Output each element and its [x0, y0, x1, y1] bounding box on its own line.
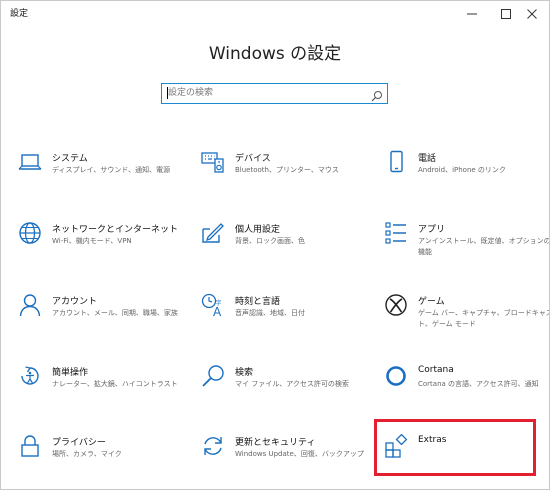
globe-icon [18, 221, 42, 245]
search-box-icon[interactable] [371, 87, 383, 102]
window-title: 設定 [10, 9, 29, 19]
tile-network[interactable]: ネットワークとインターネット Wi-Fi、機内モード、VPN [18, 222, 183, 272]
sync-icon [201, 434, 225, 458]
page-title: Windows の設定 [208, 44, 342, 64]
phone-icon [384, 150, 408, 174]
tile-label: 更新とセキュリティ [235, 438, 316, 448]
tile-label: プライバシー [52, 438, 106, 448]
tile-label: デバイス [235, 154, 271, 164]
paint-pen-icon [201, 221, 225, 245]
tile-label: アカウント [52, 297, 98, 307]
tile-personalization[interactable]: 個人用設定 背景、ロック画面、色 [201, 222, 366, 272]
tile-devices[interactable]: デバイス Bluetooth、プリンター、マウス [201, 151, 366, 201]
tile-description: ディスプレイ、サウンド、通知、電源 [52, 166, 171, 174]
tile-label: 簡単操作 [52, 368, 89, 378]
extras-highlight-box [374, 419, 536, 476]
tile-description: アカウント、メール、同期、職場、家族 [52, 309, 178, 317]
tile-label: ゲーム [418, 297, 445, 307]
keyboard-speaker-icon [201, 150, 225, 174]
tile-apps[interactable]: アプリ アンインストール、既定値、オプションの機能 [384, 222, 549, 272]
tile-privacy[interactable]: プライバシー 場所、カメラ、マイク [18, 435, 183, 485]
tile-label: 時刻と言語 [235, 297, 281, 307]
tile-label: アプリ [418, 225, 446, 235]
time-language-icon: A字 [201, 293, 225, 317]
search-icon [201, 364, 225, 388]
title-bar: 設定 [1, 1, 549, 25]
tile-phone[interactable]: 電話 Android、iPhone のリンク [384, 150, 549, 201]
tile-search[interactable]: 検索 マイ ファイル、アクセス許可の検索 [201, 365, 366, 415]
tile-time-language[interactable]: A字 時刻と言語 音声認識、地域、日付 [201, 293, 366, 344]
tile-description: Cortana の言語、アクセス許可、通知 [418, 380, 539, 388]
tile-label: ネットワークとインターネット [52, 225, 179, 235]
minimize-icon [467, 4, 477, 23]
tile-gaming[interactable]: ゲーム ゲーム バー、キャプチャ、ブロードキャスト、ゲーム モード [384, 294, 549, 344]
tile-update-security[interactable]: 更新とセキュリティ Windows Update、回復、バックアップ [201, 435, 366, 485]
tile-system[interactable]: システム ディスプレイ、サウンド、通知、電源 [18, 151, 183, 201]
tile-accounts[interactable]: アカウント アカウント、メール、同期、職場、家族 [18, 294, 183, 344]
close-button[interactable] [515, 1, 549, 25]
settings-search-box[interactable] [161, 83, 388, 104]
ease-of-access-icon [18, 364, 42, 388]
person-icon [18, 293, 42, 317]
tile-label: 個人用設定 [235, 225, 281, 235]
tile-description: ゲーム バー、キャプチャ、ブロードキャスト、ゲーム モード [418, 309, 550, 328]
minimize-button[interactable] [455, 1, 489, 25]
tile-description: 背景、ロック画面、色 [235, 237, 305, 245]
tile-description: Android、iPhone のリンク [418, 166, 506, 174]
tile-description: Windows Update、回復、バックアップ [235, 450, 364, 458]
tile-description: 音声認識、地域、日付 [235, 309, 305, 317]
tile-description: マイ ファイル、アクセス許可の検索 [235, 380, 349, 388]
tile-description: ナレーター、拡大鏡、ハイコントラスト [52, 380, 178, 388]
settings-window: 設定 Windows の設定 システム ディスプレイ、サウ [0, 0, 550, 490]
tile-description: Bluetooth、プリンター、マウス [235, 166, 339, 174]
svg-text:字: 字 [216, 299, 222, 307]
tile-description: Wi-Fi、機内モード、VPN [52, 237, 132, 245]
maximize-icon [501, 4, 511, 23]
xbox-icon [384, 293, 408, 317]
tile-label: 電話 [418, 154, 437, 164]
laptop-icon [18, 150, 42, 174]
close-icon [527, 4, 537, 23]
app-list-icon [384, 221, 408, 245]
search-input[interactable] [168, 86, 364, 100]
tile-description: 場所、カメラ、マイク [52, 450, 122, 458]
tile-cortana[interactable]: Cortana Cortana の言語、アクセス許可、通知 [384, 365, 549, 415]
tile-ease-of-access[interactable]: 簡単操作 ナレーター、拡大鏡、ハイコントラスト [18, 365, 183, 415]
cortana-icon [384, 364, 408, 388]
tile-label: 検索 [235, 368, 254, 378]
tile-label: システム [52, 154, 88, 164]
lock-icon [18, 434, 42, 458]
tile-description: アンインストール、既定値、オプションの機能 [418, 237, 550, 256]
tile-label: Cortana [418, 365, 454, 375]
